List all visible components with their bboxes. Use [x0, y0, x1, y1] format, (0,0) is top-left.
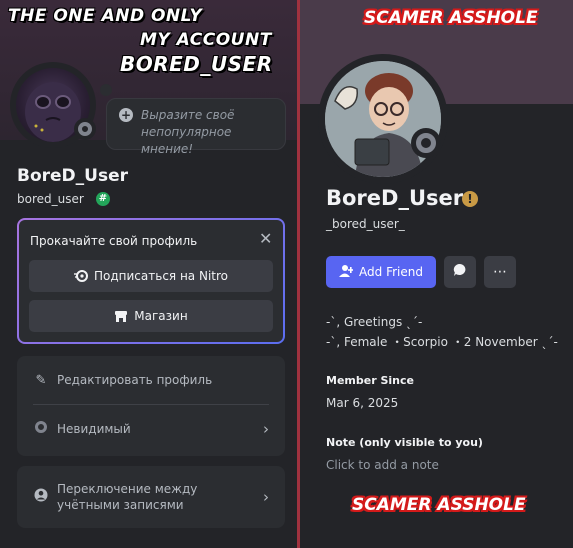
- overlay-caption: BORED_USER: [120, 52, 273, 76]
- avatar-illustration: [325, 61, 441, 177]
- hash-badge-icon[interactable]: #: [96, 192, 110, 206]
- member-since-label: Member Since: [326, 374, 414, 387]
- bubble-tail: [100, 84, 112, 96]
- status-circle-icon: [33, 421, 49, 437]
- nitro-upsell-card: Прокачайте свой профиль ✕ Подписаться на…: [17, 218, 285, 344]
- invisible-status-icon: [416, 133, 436, 153]
- switch-accounts-item[interactable]: Переключение между учётными записями ›: [17, 473, 285, 521]
- shop-button[interactable]: Магазин: [29, 300, 273, 332]
- nitro-icon: [74, 269, 88, 283]
- message-icon: [453, 263, 467, 281]
- add-friend-label: Add Friend: [359, 265, 423, 279]
- own-profile-panel: THE ONE AND ONLY MY ACCOUNT BORED_USER +…: [0, 0, 297, 548]
- overlay-caption: THE ONE AND ONLY: [8, 6, 203, 26]
- subscribe-nitro-button[interactable]: Подписаться на Nitro: [29, 260, 273, 292]
- edit-profile-label: Редактировать профиль: [57, 373, 213, 387]
- warning-icon[interactable]: !: [462, 191, 478, 207]
- username: _bored_user_: [326, 217, 405, 231]
- chevron-right-icon: ›: [263, 420, 269, 438]
- close-icon[interactable]: ✕: [259, 229, 272, 248]
- plus-icon: +: [119, 108, 133, 122]
- avatar[interactable]: [325, 61, 441, 177]
- username: bored_user: [17, 192, 84, 206]
- bio-line: -ˋ, Greetings ˎ´-: [326, 315, 423, 329]
- account-switch-menu: Переключение между учётными записями ›: [17, 466, 285, 528]
- bio-line: -ˋ, Female ・Scorpio ・2 November ˎ´-: [326, 335, 558, 349]
- add-user-icon: [339, 264, 355, 281]
- user-profile-panel: SCAMER ASSHOLE BoreD_User ! _bored_user_…: [300, 0, 573, 548]
- shop-icon: [114, 309, 128, 323]
- edit-profile-item[interactable]: ✎ Редактировать профиль: [17, 356, 285, 404]
- display-name: BoreD_User: [17, 166, 128, 186]
- switch-accounts-label: Переключение между учётными записями: [57, 482, 198, 512]
- profile-actions-menu: ✎ Редактировать профиль Невидимый ›: [17, 356, 285, 456]
- nitro-card-title: Прокачайте свой профиль: [30, 234, 198, 248]
- status-item[interactable]: Невидимый ›: [17, 405, 285, 453]
- overlay-caption: SCAMER ASSHOLE: [364, 8, 538, 28]
- shop-label: Магазин: [134, 309, 188, 323]
- note-label: Note (only visible to you): [326, 436, 483, 449]
- invisible-status-icon: [78, 122, 92, 136]
- custom-status-placeholder: Выразите своё непопулярное мнение!: [141, 108, 235, 156]
- account-icon: [33, 488, 49, 507]
- more-icon: ⋯: [493, 264, 507, 280]
- note-input[interactable]: Click to add a note: [326, 458, 439, 472]
- status-label: Невидимый: [57, 422, 131, 436]
- overlay-caption: MY ACCOUNT: [140, 30, 272, 50]
- overlay-caption: SCAMER ASSHOLE: [352, 495, 526, 515]
- pencil-icon: ✎: [35, 372, 47, 388]
- message-button[interactable]: [444, 256, 476, 288]
- subscribe-nitro-label: Подписаться на Nitro: [94, 269, 228, 283]
- more-options-button[interactable]: ⋯: [484, 256, 516, 288]
- add-friend-button[interactable]: Add Friend: [326, 256, 436, 288]
- chevron-right-icon: ›: [263, 488, 269, 506]
- display-name: BoreD_User: [326, 186, 464, 210]
- member-since-value: Mar 6, 2025: [326, 396, 399, 410]
- custom-status-bubble[interactable]: + Выразите своё непопулярное мнение!: [106, 98, 286, 156]
